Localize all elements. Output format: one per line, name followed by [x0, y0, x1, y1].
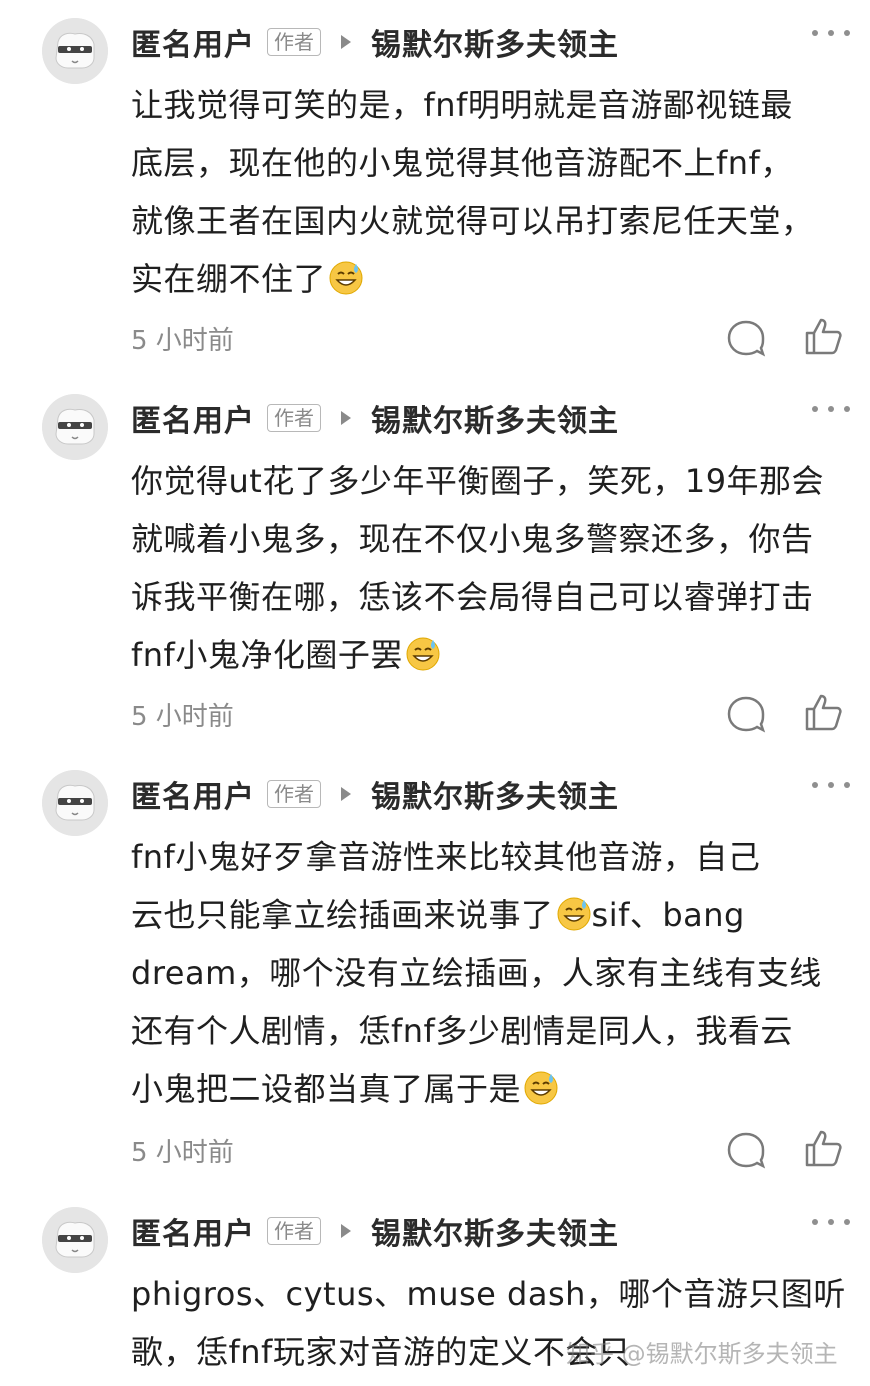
comment-bubble-icon[interactable] — [726, 318, 766, 358]
reply-to-name[interactable]: 锡默尔斯多夫领主 — [371, 1209, 619, 1253]
sweat-smile-icon — [406, 637, 440, 671]
watermark: 知乎 @锡默尔斯多夫领主 — [566, 1340, 838, 1368]
comment-line: 就喊着小鬼多，现在不仅小鬼多警察还多，你告 — [131, 520, 814, 558]
author-badge: 作者 — [267, 404, 321, 432]
comment-line: sif、bang — [591, 896, 745, 934]
author-name[interactable]: 匿名用户 — [131, 1209, 255, 1253]
reply-arrow-icon — [341, 411, 351, 425]
reply-arrow-icon — [341, 1224, 351, 1238]
author-badge: 作者 — [267, 1217, 321, 1245]
comment-line: 底层，现在他的小鬼觉得其他音游配不上fnf， — [131, 144, 793, 182]
comment-time: 5 小时前 — [131, 702, 234, 732]
comment-line: 还有个人剧情，恁fnf多少剧情是同人，我看云 — [131, 1012, 793, 1050]
thumbs-up-icon[interactable] — [803, 316, 843, 356]
reply-to-name[interactable]: 锡默尔斯多夫领主 — [371, 772, 619, 816]
more-dots-icon[interactable] — [812, 1219, 850, 1225]
comment-line: fnf小鬼净化圈子罢 — [131, 636, 403, 674]
author-name[interactable]: 匿名用户 — [131, 772, 255, 816]
sweat-smile-icon — [557, 897, 591, 931]
comment-line: dream，哪个没有立绘插画，人家有主线有支线 — [131, 954, 822, 992]
comment-time: 5 小时前 — [131, 1138, 234, 1168]
comment-line: 歌，恁fnf玩家对音游的定义不会只 — [131, 1333, 631, 1371]
comment-line: 实在绷不住了 — [131, 260, 327, 298]
reply-to-name[interactable]: 锡默尔斯多夫领主 — [371, 396, 619, 440]
avatar[interactable] — [42, 18, 108, 84]
anonymous-avatar-icon — [42, 394, 108, 460]
comment-line: 小鬼把二设都当真了属于是 — [131, 1070, 522, 1108]
comment-line: 云也只能拿立绘插画来说事了 — [131, 896, 554, 934]
more-dots-icon[interactable] — [812, 782, 850, 788]
comment-line: fnf小鬼好歹拿音游性来比较其他音游，自己 — [131, 838, 761, 876]
comment-line: phigros、cytus、muse dash，哪个音游只图听 — [131, 1275, 846, 1313]
comment-text: 你觉得ut花了多少年平衡圈子，笑死，19年那会 就喊着小鬼多，现在不仅小鬼多警察… — [131, 452, 856, 684]
reply-to-name[interactable]: 锡默尔斯多夫领主 — [371, 20, 619, 64]
author-name[interactable]: 匿名用户 — [131, 20, 255, 64]
more-dots-icon[interactable] — [812, 30, 850, 36]
avatar[interactable] — [42, 394, 108, 460]
comment-text: 让我觉得可笑的是，fnf明明就是音游鄙视链最 底层，现在他的小鬼觉得其他音游配不… — [131, 76, 856, 308]
author-badge: 作者 — [267, 780, 321, 808]
thumbs-up-icon[interactable] — [803, 692, 843, 732]
comment-line: 就像王者在国内火就觉得可以吊打索尼任天堂， — [131, 202, 814, 240]
comment-time: 5 小时前 — [131, 326, 234, 356]
author-name[interactable]: 匿名用户 — [131, 396, 255, 440]
avatar[interactable] — [42, 770, 108, 836]
sweat-smile-icon — [329, 261, 363, 295]
reply-arrow-icon — [341, 35, 351, 49]
avatar[interactable] — [42, 1207, 108, 1273]
comment-text: fnf小鬼好歹拿音游性来比较其他音游，自己 云也只能拿立绘插画来说事了 sif、b… — [131, 828, 856, 1118]
sweat-smile-icon — [524, 1071, 558, 1105]
reply-arrow-icon — [341, 787, 351, 801]
more-dots-icon[interactable] — [812, 406, 850, 412]
thumbs-up-icon[interactable] — [803, 1128, 843, 1168]
anonymous-avatar-icon — [42, 18, 108, 84]
comment-line: 让我觉得可笑的是，fnf明明就是音游鄙视链最 — [131, 86, 793, 124]
anonymous-avatar-icon — [42, 1207, 108, 1273]
comment-line: 你觉得ut花了多少年平衡圈子，笑死，19年那会 — [131, 462, 825, 500]
author-badge: 作者 — [267, 28, 321, 56]
comment-bubble-icon[interactable] — [726, 1130, 766, 1170]
anonymous-avatar-icon — [42, 770, 108, 836]
comment-line: 诉我平衡在哪，恁该不会局得自己可以睿弹打击 — [131, 578, 814, 616]
comment-bubble-icon[interactable] — [726, 694, 766, 734]
